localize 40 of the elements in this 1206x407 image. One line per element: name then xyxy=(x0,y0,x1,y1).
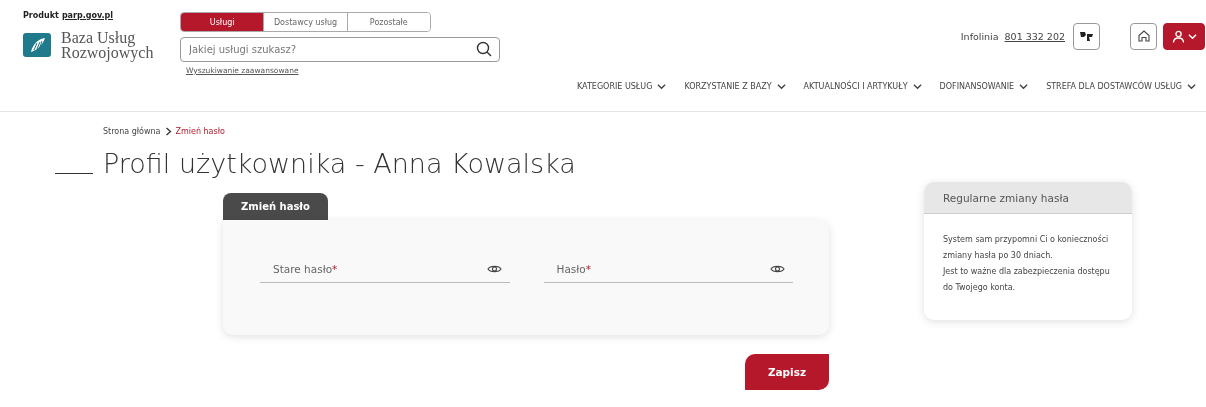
info-card-title: Regularne zmiany hasła xyxy=(924,182,1132,214)
product-link[interactable]: parp.gov.pl xyxy=(61,11,113,20)
eye-icon[interactable] xyxy=(486,264,502,274)
user-icon xyxy=(1171,29,1185,43)
info-text: Jest to ważne dla zabezpieczenia dostępu do Twojego konta. xyxy=(943,266,1111,294)
logo-text: Baza Usług Rozwojowych xyxy=(61,30,154,60)
sign-language-button[interactable] xyxy=(1073,22,1100,50)
info-text: System sam przypomni Ci o konieczności zmiany hasła po 30 dniach. xyxy=(943,233,1110,262)
eye-icon[interactable] xyxy=(770,264,785,274)
nav-menu-item[interactable]: DOFINANSOWANIE xyxy=(939,82,1029,91)
home-icon xyxy=(1136,29,1151,43)
hotline-label: Infolinia xyxy=(960,30,999,42)
hotline-number-link[interactable]: 801 332 202 xyxy=(1004,30,1065,42)
nav-menu-item[interactable]: STREFA DLA DOSTAWCÓW USŁUG xyxy=(1046,82,1196,91)
breadcrumb-link[interactable]: Zmień hasło xyxy=(175,127,225,136)
form-tab[interactable]: Zmień hasło xyxy=(223,193,328,220)
chevron-down-icon xyxy=(1187,82,1196,91)
save-button[interactable]: Zapisz xyxy=(745,354,829,390)
chevron-down-icon xyxy=(1019,82,1029,91)
breadcrumb-link[interactable]: Strona główna xyxy=(103,127,161,136)
chevron-down-icon xyxy=(657,82,667,91)
page-title: Profil użytkownika - Anna Kowalska xyxy=(103,148,576,179)
password-field[interactable]: Stare hasło* xyxy=(260,256,510,283)
logo-icon xyxy=(23,33,51,57)
chevron-right-icon xyxy=(164,127,172,136)
field-label: Stare hasło* xyxy=(273,263,338,275)
password-field[interactable]: Hasło* xyxy=(543,256,793,283)
search-icon[interactable] xyxy=(476,41,492,57)
search-field[interactable]: Jakiej usługi szukasz? xyxy=(180,37,500,62)
product-label: Produkt xyxy=(23,11,59,20)
nav-menu-item[interactable]: AKTUALNOŚCI I ARTYKUŁY xyxy=(803,82,922,91)
nav-menu-item[interactable]: KORZYSTANIE Z BAZY xyxy=(684,82,786,91)
chevron-down-icon xyxy=(1187,31,1197,41)
field-label: Hasło* xyxy=(556,263,591,275)
chevron-down-icon xyxy=(912,82,922,91)
user-menu-button[interactable] xyxy=(1163,22,1205,50)
chevron-down-icon xyxy=(776,82,786,91)
nav-menu-item[interactable]: KATEGORIE USŁUG xyxy=(577,82,667,91)
search-tab[interactable]: Usługi xyxy=(181,13,265,31)
home-button[interactable] xyxy=(1130,22,1157,50)
